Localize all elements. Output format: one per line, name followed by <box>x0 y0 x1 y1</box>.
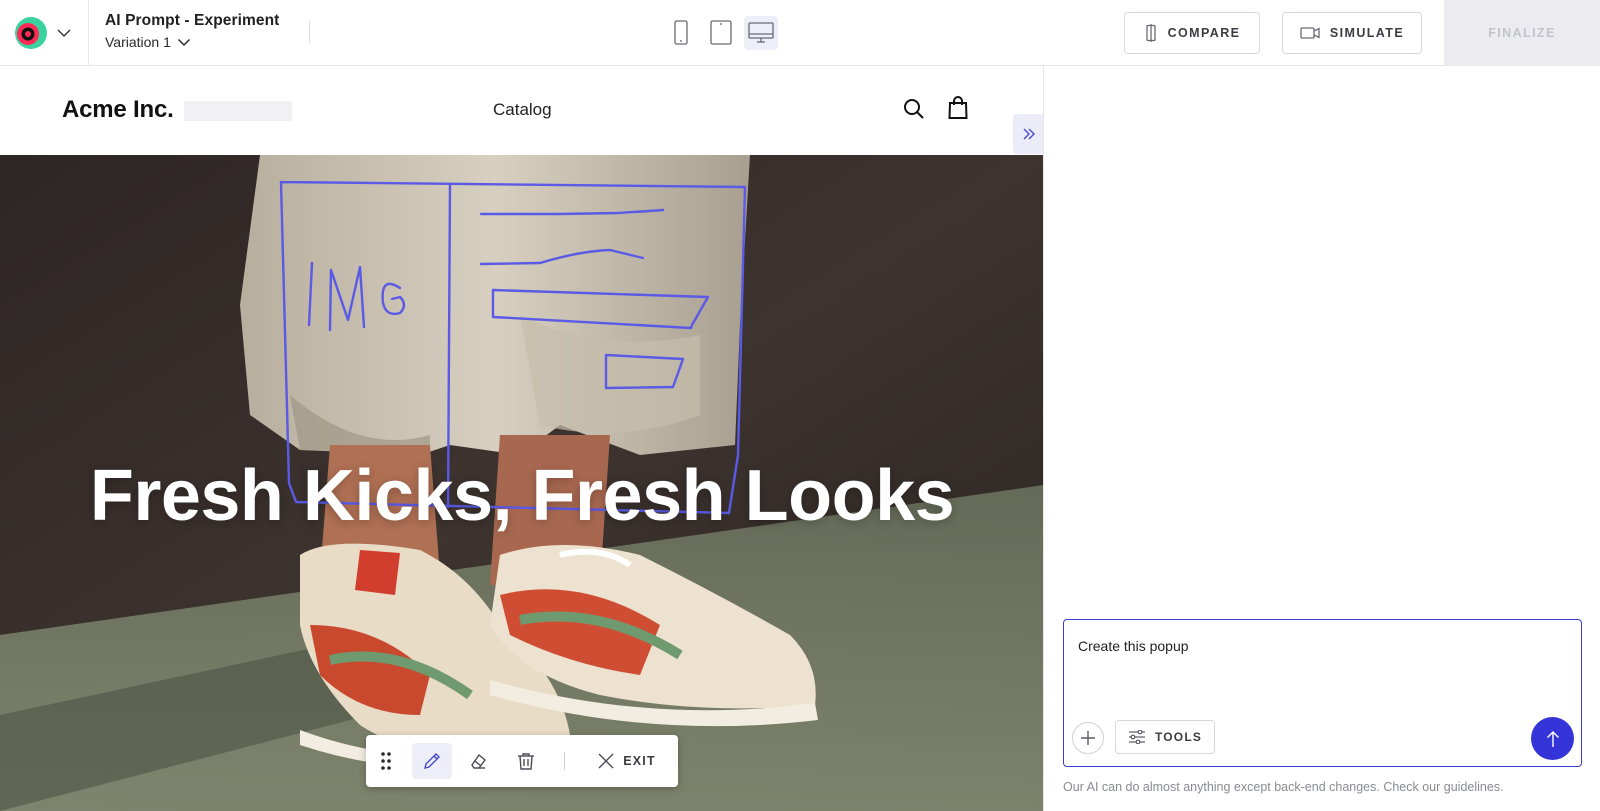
site-preview: Acme Inc. Catalog Fresh Kicks, Fresh Loo… <box>0 66 1044 811</box>
desktop-device-icon <box>748 22 774 43</box>
chevron-down-icon <box>57 29 71 38</box>
delete-drawing-button[interactable] <box>506 743 546 779</box>
sketch-line <box>479 248 645 266</box>
mobile-device-icon <box>674 20 688 45</box>
logo-placeholder <box>184 101 292 121</box>
sliders-icon <box>1128 730 1145 744</box>
shopping-bag-icon[interactable] <box>948 96 968 120</box>
desktop-device-button[interactable] <box>744 16 778 50</box>
variation-selector[interactable]: Variation 1 <box>105 34 191 50</box>
drawing-toolbar: EXIT <box>366 735 678 787</box>
sketch-input-field <box>491 288 710 330</box>
app-logo-menu[interactable] <box>0 0 89 66</box>
compare-button[interactable]: COMPARE <box>1124 12 1260 54</box>
sketch-line <box>479 208 665 216</box>
drag-handle[interactable] <box>374 743 398 779</box>
device-switcher <box>664 16 778 50</box>
simulate-button[interactable]: SIMULATE <box>1282 12 1422 54</box>
experiment-title: AI Prompt - Experiment <box>105 12 280 29</box>
ai-chat-panel: Create this popup TOOLS Our AI can do al… <box>1045 66 1600 811</box>
compare-label: COMPARE <box>1167 26 1241 40</box>
chevron-down-icon <box>177 38 190 47</box>
pen-tool-button[interactable] <box>412 743 452 779</box>
prompt-input-box[interactable]: Create this popup TOOLS <box>1063 619 1582 767</box>
hero-section: Fresh Kicks, Fresh Looks EXIT <box>0 155 1043 811</box>
divider <box>309 20 310 44</box>
top-app-bar: AI Prompt - Experiment Variation 1 COMPA… <box>0 0 1600 66</box>
double-chevron-right-icon <box>1023 128 1035 140</box>
app-logo-icon <box>15 17 47 49</box>
arrow-up-icon <box>1546 730 1559 747</box>
close-icon <box>598 753 614 769</box>
trash-icon <box>518 753 534 770</box>
add-attachment-button[interactable] <box>1072 722 1104 754</box>
tablet-device-button[interactable] <box>704 16 738 50</box>
exit-drawing-button[interactable]: EXIT <box>592 743 662 779</box>
search-icon[interactable] <box>903 98 925 120</box>
sketch-letter <box>307 261 314 327</box>
sketch-letter <box>328 265 366 332</box>
hero-title[interactable]: Fresh Kicks, Fresh Looks <box>0 455 1043 537</box>
tablet-device-icon <box>710 20 732 45</box>
simulate-label: SIMULATE <box>1329 26 1405 40</box>
send-prompt-button[interactable] <box>1531 717 1574 760</box>
eraser-icon <box>471 753 486 769</box>
eraser-tool-button[interactable] <box>458 743 498 779</box>
nav-item-catalog[interactable]: Catalog <box>493 100 552 120</box>
site-brand[interactable]: Acme Inc. <box>62 96 174 124</box>
video-camera-icon <box>1300 27 1320 39</box>
drag-handle-icon <box>381 752 391 770</box>
compare-icon <box>1145 24 1156 42</box>
tools-button[interactable]: TOOLS <box>1115 720 1215 754</box>
variation-label: Variation 1 <box>105 34 171 50</box>
sketch-letter <box>381 282 406 316</box>
finalize-button[interactable]: FINALIZE <box>1444 0 1600 66</box>
exit-label: EXIT <box>623 754 656 768</box>
tools-label: TOOLS <box>1154 730 1203 744</box>
ai-disclaimer: Our AI can do almost anything except bac… <box>1063 780 1504 794</box>
sketch-button <box>604 353 685 390</box>
finalize-label: FINALIZE <box>1488 26 1556 40</box>
toolbar-separator <box>564 752 565 770</box>
mobile-device-button[interactable] <box>664 16 698 50</box>
prompt-input-text[interactable]: Create this popup <box>1078 638 1189 654</box>
collapse-panel-button[interactable] <box>1013 114 1043 154</box>
pencil-icon <box>424 753 440 769</box>
plus-icon <box>1081 731 1095 745</box>
site-header: Acme Inc. Catalog <box>0 66 1043 155</box>
